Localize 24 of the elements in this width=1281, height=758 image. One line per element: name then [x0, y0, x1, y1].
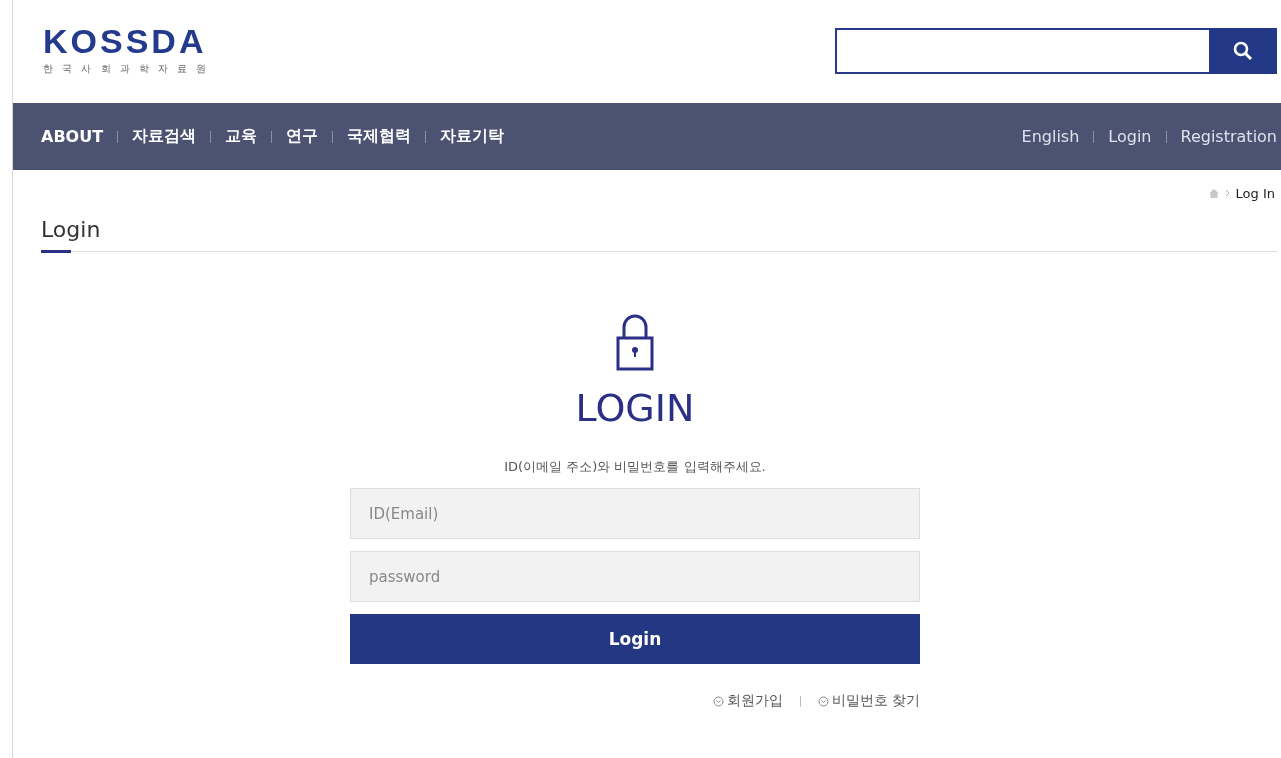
chevron-icon [1224, 189, 1230, 197]
nav-link[interactable]: ABOUT [41, 127, 118, 146]
nav-link[interactable]: 자료기탁 [426, 126, 519, 147]
nav-link[interactable]: Login [1094, 127, 1166, 146]
search-icon [1233, 41, 1253, 61]
nav-link[interactable]: English [1007, 127, 1094, 146]
id-input-field[interactable]: ID(Email) [350, 488, 920, 539]
text-link[interactable]: 회원가입 [726, 692, 783, 710]
nav-link[interactable]: 자료검색 [118, 126, 211, 147]
instruction-text: ID(이메일 주소)와 비밀번호를 입력해주세요. [504, 458, 766, 476]
search-button[interactable] [1209, 28, 1277, 74]
nav-link[interactable]: 연구 [272, 126, 333, 147]
search-field[interactable] [835, 28, 1209, 74]
page-title: Login [41, 216, 102, 244]
nav-link[interactable]: Registration [1166, 127, 1277, 146]
site-logo[interactable]: KOSSDA 한 국 사 회 과 학 자 료 원 [43, 24, 210, 76]
breadcrumb-current: Log In [1235, 185, 1275, 201]
login-heading: LOGIN [575, 386, 695, 430]
login-button[interactable]: Login [350, 614, 920, 664]
nav-link[interactable]: 교육 [211, 126, 272, 147]
password-input-field[interactable]: password [350, 551, 920, 602]
nav-link[interactable]: 국제협력 [333, 126, 426, 147]
text-link[interactable]: 비밀번호 찾기 [831, 692, 920, 710]
padlock-icon [615, 314, 655, 372]
